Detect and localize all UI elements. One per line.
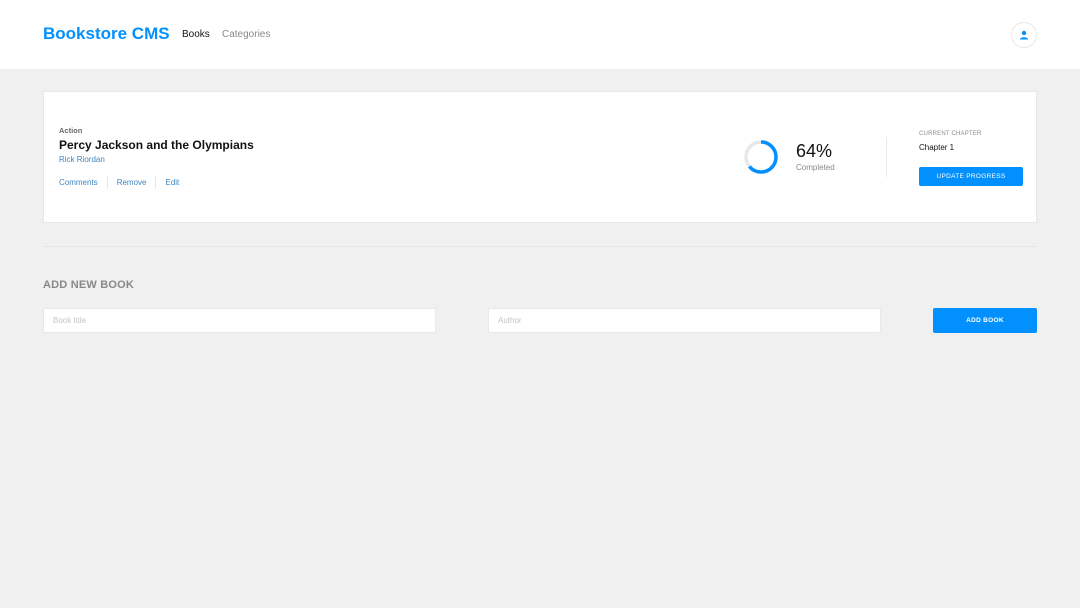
- progress-status: Completed: [796, 163, 835, 172]
- app-logo[interactable]: Bookstore CMS: [43, 24, 170, 44]
- nav-categories-link[interactable]: Categories: [222, 29, 270, 40]
- book-title-input[interactable]: [43, 308, 436, 333]
- author-input[interactable]: [488, 308, 881, 333]
- book-card: Action Percy Jackson and the Olympians R…: [43, 91, 1037, 223]
- book-genre: Action: [59, 126, 83, 135]
- add-book-heading: ADD NEW BOOK: [43, 279, 135, 291]
- book-author: Rick Riordan: [59, 155, 105, 164]
- update-progress-button[interactable]: UPDATE PROGRESS: [919, 167, 1023, 186]
- progress-percent: 64%: [796, 141, 833, 161]
- section-divider: [43, 246, 1037, 247]
- progress-divider: [886, 137, 887, 177]
- user-icon: [1020, 30, 1028, 40]
- top-navbar: Bookstore CMS Books Categories: [0, 0, 1080, 69]
- book-actions: Comments Remove Edit: [59, 176, 188, 189]
- current-chapter-label: CURRENT CHAPTER: [919, 131, 982, 137]
- nav-books-link[interactable]: Books: [182, 29, 210, 40]
- current-chapter-value: Chapter 1: [919, 143, 955, 152]
- comments-button[interactable]: Comments: [59, 176, 108, 189]
- edit-button[interactable]: Edit: [156, 176, 188, 189]
- progress-ring: [744, 140, 778, 174]
- user-profile-button[interactable]: [1011, 22, 1037, 48]
- book-title: Percy Jackson and the Olympians: [59, 138, 254, 152]
- remove-button[interactable]: Remove: [108, 176, 157, 189]
- add-book-button[interactable]: ADD BOOK: [933, 308, 1037, 333]
